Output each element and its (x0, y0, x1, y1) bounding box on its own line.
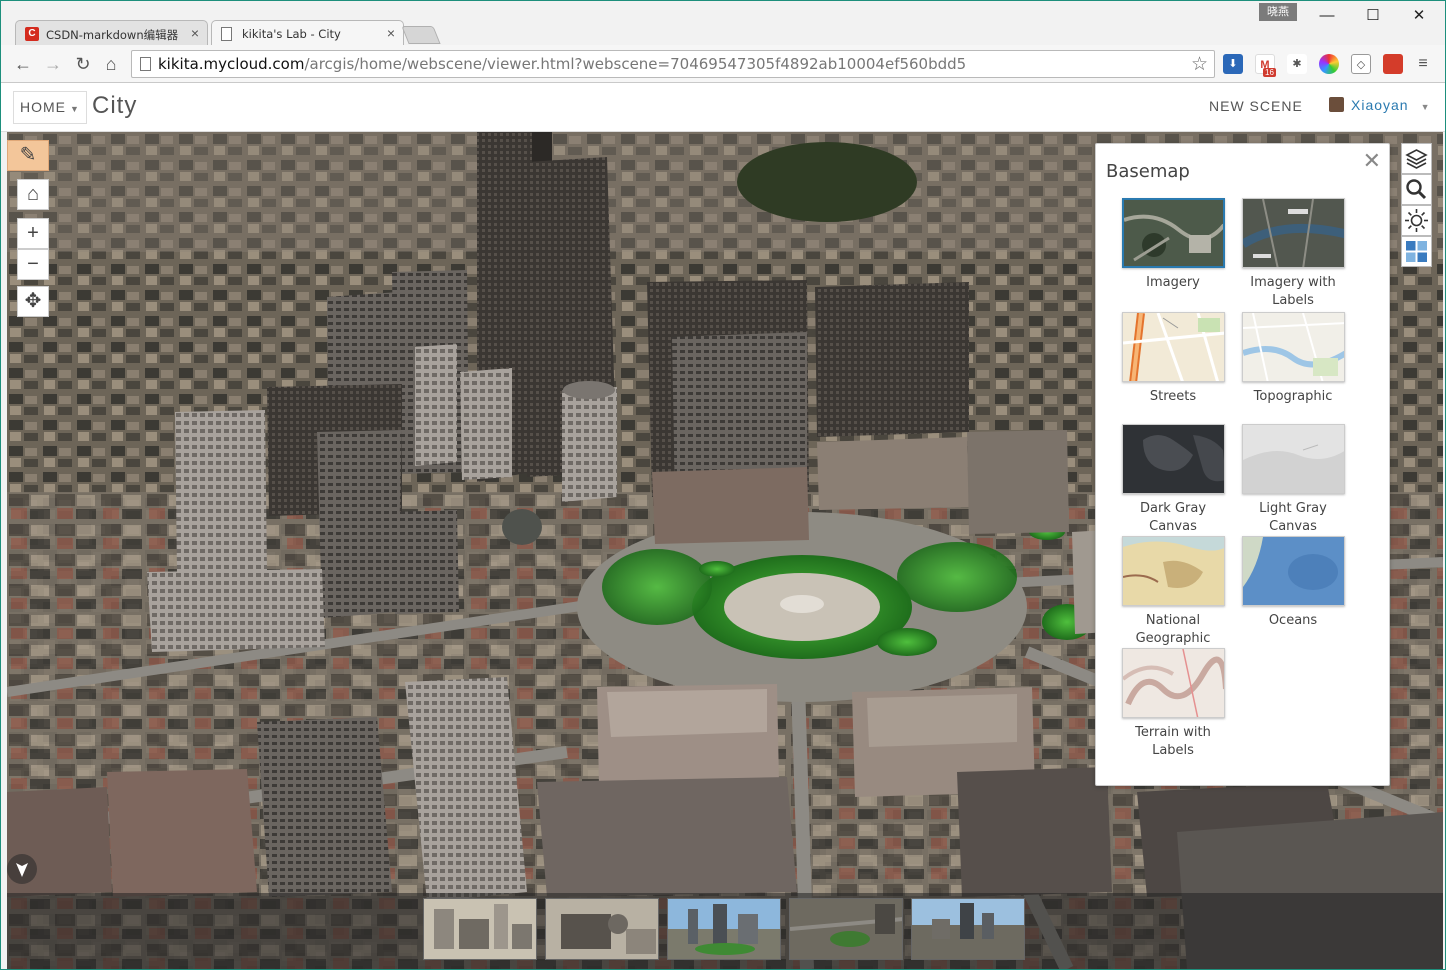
basemap-item-imagery[interactable]: Imagery (1120, 198, 1226, 292)
bookmark-star-icon[interactable]: ☆ (1191, 53, 1208, 76)
csdn-icon: C (25, 27, 39, 41)
basemap-panel: Basemap ✕ Imagery Imagery with Labels St… (1095, 143, 1390, 786)
basemap-item-topographic[interactable]: Topographic (1240, 312, 1346, 406)
maximize-icon[interactable]: ☐ (1353, 5, 1393, 27)
close-window-icon[interactable]: ✕ (1399, 5, 1439, 27)
tab-title: CSDN-markdown编辑器 (46, 28, 179, 42)
tab-kikita-lab[interactable]: kikita's Lab - City × (211, 20, 404, 47)
close-tab-icon[interactable]: × (387, 25, 395, 41)
reload-icon[interactable]: ↻ (71, 52, 95, 76)
forward-icon[interactable]: → (41, 52, 65, 76)
basemap-item-light-gray[interactable]: Light Gray Canvas (1240, 424, 1346, 536)
slide-thumbnail[interactable] (911, 898, 1025, 960)
basemap-thumbnail (1121, 424, 1225, 494)
basemap-thumbnail (1121, 312, 1225, 382)
close-icon[interactable]: ✕ (1363, 148, 1381, 174)
slide-thumbnail[interactable] (545, 898, 659, 960)
color-picker-extension-icon[interactable] (1319, 54, 1339, 74)
daylight-icon[interactable] (1401, 205, 1432, 236)
basemap-thumbnail (1241, 312, 1345, 382)
basemap-gallery-icon[interactable] (1401, 236, 1432, 267)
tab-strip: C CSDN-markdown编辑器 × kikita's Lab - City… (1, 1, 1445, 47)
page-icon (140, 57, 151, 71)
slides-strip (7, 893, 1443, 969)
page-icon (221, 27, 232, 41)
tab-csdn[interactable]: C CSDN-markdown编辑器 × (15, 20, 208, 46)
slide-thumbnail[interactable] (423, 898, 537, 960)
layers-icon[interactable] (1401, 143, 1432, 174)
bug-extension-icon[interactable]: ✱ (1287, 54, 1307, 74)
profile-badge[interactable]: 晓燕 (1259, 3, 1297, 21)
new-scene-button[interactable]: NEW SCENE (1209, 98, 1303, 114)
new-tab-button[interactable] (401, 26, 441, 44)
slide-thumbnail[interactable] (789, 898, 903, 960)
basemap-thumbnail (1121, 536, 1225, 606)
basemap-thumbnail (1121, 648, 1225, 718)
back-icon[interactable]: ← (11, 52, 35, 76)
close-tab-icon[interactable]: × (191, 25, 199, 41)
zoom-out-button[interactable]: − (17, 249, 49, 280)
chevron-down-icon: ▼ (1420, 102, 1431, 112)
url-text: kikita.mycloud.com/arcgis/home/webscene/… (158, 55, 967, 73)
browser-toolbar: ← → ↻ ⌂ kikita.mycloud.com/arcgis/home/w… (1, 45, 1445, 83)
basemap-item-terrain[interactable]: Terrain with Labels (1120, 648, 1226, 760)
basemap-item-oceans[interactable]: Oceans (1240, 536, 1346, 630)
home-view-icon[interactable]: ⌂ (17, 179, 49, 210)
pencil-icon[interactable]: ✎ (7, 140, 49, 171)
scene-view[interactable]: ✎ ⌂ + − ✥ Basemap ✕ Imagery Imagery with… (7, 132, 1443, 969)
address-bar[interactable]: kikita.mycloud.com/arcgis/home/webscene/… (131, 50, 1215, 78)
basemap-thumbnail (1241, 198, 1345, 268)
basemap-thumbnail (1121, 198, 1225, 268)
chevron-down-icon: ▼ (70, 104, 80, 114)
basemap-thumbnail (1241, 424, 1345, 494)
menu-icon[interactable]: ≡ (1411, 52, 1435, 76)
tab-title: kikita's Lab - City (242, 27, 341, 41)
gmail-count-badge: 16 (1263, 68, 1276, 77)
basemap-title: Basemap (1106, 161, 1190, 182)
basemap-item-imagery-labels[interactable]: Imagery with Labels (1240, 198, 1346, 310)
zoom-in-button[interactable]: + (17, 218, 49, 249)
avatar (1329, 97, 1344, 112)
compass-icon[interactable] (7, 854, 37, 884)
pan-icon[interactable]: ✥ (17, 286, 49, 317)
slide-thumbnail[interactable] (667, 898, 781, 960)
page-title: City (92, 92, 138, 119)
basemap-item-dark-gray[interactable]: Dark Gray Canvas (1120, 424, 1226, 536)
app-header: HOME ▼ City NEW SCENE Xiaoyan ▼ (1, 83, 1445, 132)
minimize-icon[interactable]: — (1307, 5, 1347, 27)
extension-icon[interactable]: ◇ (1351, 54, 1371, 74)
home-icon[interactable]: ⌂ (99, 52, 123, 76)
basemap-item-natgeo[interactable]: National Geographic (1120, 536, 1226, 648)
basemap-item-streets[interactable]: Streets (1120, 312, 1226, 406)
download-extension-icon[interactable]: ⬇ (1223, 54, 1243, 74)
user-menu[interactable]: Xiaoyan ▼ (1329, 97, 1431, 113)
browser-window: C CSDN-markdown编辑器 × kikita's Lab - City… (0, 0, 1446, 970)
search-icon[interactable] (1401, 174, 1432, 205)
bookmark-extension-icon[interactable] (1383, 54, 1403, 74)
basemap-thumbnail (1241, 536, 1345, 606)
home-menu-button[interactable]: HOME ▼ (13, 91, 87, 124)
